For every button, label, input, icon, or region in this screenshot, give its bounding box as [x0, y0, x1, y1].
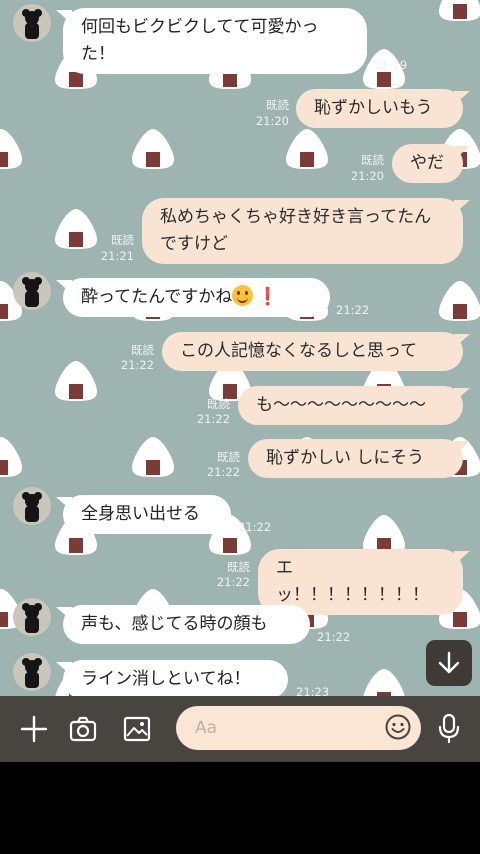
message-text: やだ	[410, 153, 444, 173]
smiley-icon[interactable]	[384, 713, 412, 741]
message-time: 21:21	[100, 249, 134, 263]
message-text: ライン消しといてね！	[81, 669, 251, 689]
message-text: この人記憶なくなるしと思って	[180, 341, 418, 361]
bear-figure-icon	[22, 492, 42, 522]
message-bubble[interactable]: この人記憶なくなるしと思って	[162, 332, 463, 371]
message-time: 21:19	[374, 58, 408, 72]
message-text: も〜〜〜〜〜〜〜〜〜	[256, 395, 426, 415]
message-time: 21:22	[206, 465, 240, 479]
message-text: 恥ずかしい しにそう	[266, 448, 425, 468]
message-time: 21:20	[350, 169, 384, 183]
message-bubble[interactable]: やだ	[392, 144, 463, 183]
message-bubble[interactable]: 恥ずかしいもう	[296, 89, 463, 128]
bear-figure-icon	[22, 277, 42, 307]
image-icon[interactable]	[122, 714, 152, 744]
message-text: 恥ずかしいもう	[314, 98, 433, 118]
smiling-face-emoji	[232, 285, 254, 306]
message-bubble[interactable]: も〜〜〜〜〜〜〜〜〜	[238, 386, 463, 425]
message-bubble[interactable]: 声も、感じてる時の顔も	[63, 605, 310, 644]
read-receipt: 既読	[217, 450, 240, 464]
message-text: 何回もビクビクしてて可愛かった！	[81, 17, 319, 64]
message-bubble[interactable]: 何回もビクビクしてて可愛かった！	[63, 8, 367, 74]
message-time: 21:22	[120, 358, 154, 372]
read-receipt: 既読	[266, 98, 289, 112]
read-receipt: 既読	[227, 560, 250, 574]
message-time: 21:22	[238, 520, 272, 534]
message-bubble[interactable]: ライン消しといてね！	[63, 660, 288, 696]
avatar[interactable]	[13, 272, 51, 310]
message-text: 酔ってたんですかね	[81, 287, 233, 307]
bottom-area	[0, 762, 480, 854]
read-receipt: 既読	[361, 153, 384, 167]
message-input-bar: Aa	[0, 696, 480, 762]
message-bubble[interactable]: 恥ずかしい しにそう	[248, 439, 463, 478]
avatar[interactable]	[13, 598, 51, 636]
avatar[interactable]	[13, 487, 51, 525]
message-text: 声も、感じてる時の顔も	[81, 614, 268, 634]
message-time: 21:22	[317, 630, 351, 644]
message-text: エッ！！！！！！！！	[276, 558, 429, 605]
bear-figure-icon	[22, 603, 42, 633]
scroll-to-bottom-button[interactable]	[426, 640, 472, 686]
message-time: 21:20	[255, 114, 289, 128]
screen: 何回もビクビクしてて可愛かった！ 21:19 既読 21:20 恥ずかしいもう …	[0, 0, 480, 854]
bear-figure-icon	[22, 658, 42, 688]
chat-area[interactable]: 何回もビクビクしてて可愛かった！ 21:19 既読 21:20 恥ずかしいもう …	[0, 0, 480, 696]
message-time: 21:22	[196, 412, 230, 426]
message-time: 21:23	[296, 685, 330, 696]
message-time: 21:22	[216, 575, 250, 589]
exclamation-emoji: ❗	[257, 287, 279, 307]
read-receipt: 既読	[131, 343, 154, 357]
camera-icon[interactable]	[68, 714, 98, 744]
message-text: 私めちゃくちゃ好き好き言ってたんですけど	[160, 207, 432, 254]
message-bubble[interactable]: 私めちゃくちゃ好き好き言ってたんですけど	[142, 198, 463, 264]
bear-figure-icon	[22, 9, 42, 39]
avatar[interactable]	[13, 653, 51, 691]
plus-icon[interactable]	[19, 714, 49, 744]
avatar[interactable]	[13, 4, 51, 42]
message-text: 全身思い出せる	[81, 504, 200, 524]
read-receipt: 既読	[207, 397, 230, 411]
message-bubble[interactable]: 全身思い出せる	[63, 495, 231, 534]
message-bubble[interactable]: 酔ってたんですかね ❗	[63, 278, 330, 317]
message-time: 21:22	[336, 303, 370, 317]
microphone-icon[interactable]	[435, 712, 463, 744]
read-receipt: 既読	[111, 233, 134, 247]
arrow-down-icon	[438, 651, 460, 674]
